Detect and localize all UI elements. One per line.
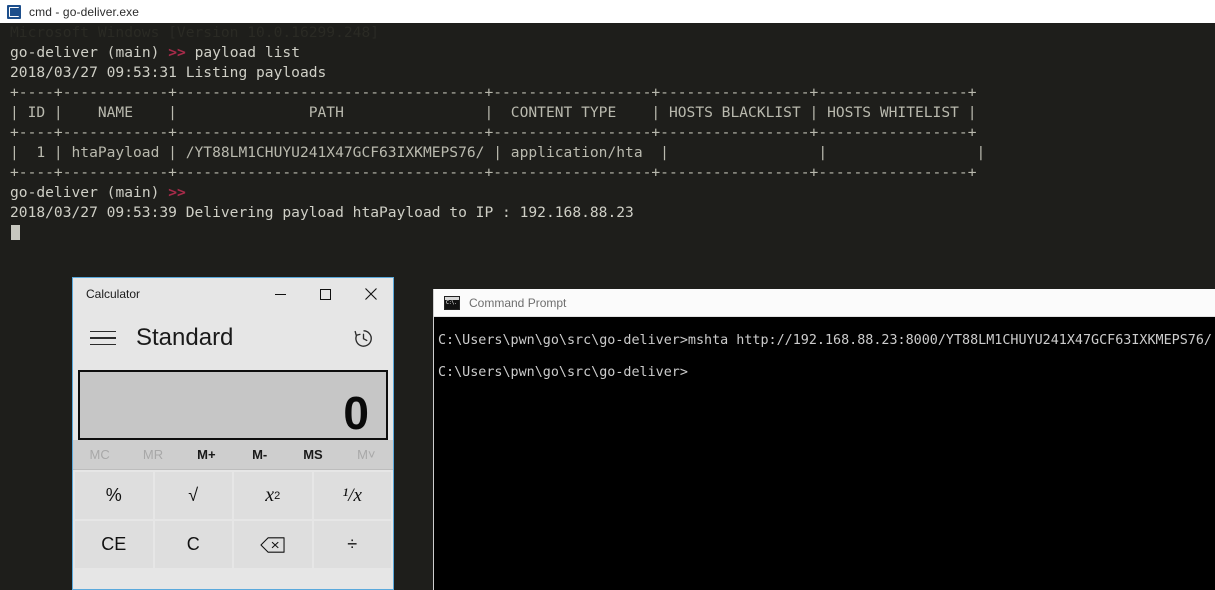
command-prompt-output[interactable]: C:\Users\pwn\go\src\go-deliver>mshta htt… [434,317,1215,590]
log-listing-payloads: 2018/03/27 09:53:31 Listing payloads [10,64,327,81]
table-header-row: | ID | NAME | PATH | CONTENT TYPE | HOST… [10,104,977,121]
calculator-window-controls [258,278,393,310]
minimize-button[interactable] [258,278,303,310]
table-rule-bottom: +----+------------+---------------------… [10,164,977,181]
typed-command: payload list [194,44,300,61]
console-titlebar: cmd - go-deliver.exe [0,0,1215,24]
clear-button[interactable]: C [154,521,232,568]
backspace-button[interactable] [234,521,312,568]
clear-entry-button[interactable]: CE [75,521,153,568]
close-button[interactable] [348,278,393,310]
cmd-icon: C:\. [444,295,460,310]
console-cursor-line [0,223,1215,243]
calculator-header: Standard [73,310,393,366]
square-button[interactable]: x2 [234,472,312,519]
console-title: cmd - go-deliver.exe [29,4,140,19]
command-prompt-window[interactable]: C:\. Command Prompt C:\Users\pwn\go\src\… [433,289,1215,590]
prompt-arrow-2: >> [168,184,186,201]
cmd-line-1: C:\Users\pwn\go\src\go-deliver>mshta htt… [438,333,1212,348]
log-delivering-payload: 2018/03/27 09:53:39 Delivering payload h… [10,204,634,221]
close-icon [364,288,377,300]
square-root-button[interactable]: √ [154,472,232,519]
keypad-row-1: % √ x2 ¹/x [75,472,391,519]
history-icon[interactable] [343,318,383,358]
memory-subtract-button[interactable]: M- [233,440,286,469]
keypad-row-2: CE C ÷ [75,521,391,568]
percent-button[interactable]: % [75,472,153,519]
text-cursor [11,225,20,240]
history-glyph [353,329,372,347]
prompt-app-2: go-deliver [10,184,98,201]
memory-store-button[interactable]: MS [286,440,339,469]
hamburger-icon[interactable] [81,318,125,358]
table-rule-mid: +----+------------+---------------------… [10,124,977,141]
prompt-branch-2: (main) [106,184,160,201]
calculator-memory-row: MC MR M+ M- MS M˅ [73,440,393,470]
maximize-icon [320,288,331,300]
calculator-keypad: % √ x2 ¹/x CE C ÷ [73,472,393,570]
calculator-display-value: 0 [343,387,369,439]
calculator-window[interactable]: Calculator Standard 0 MC MR M+ M- MS M˅ … [72,277,394,590]
prompt-line-2: go-deliver (main) >> [0,183,1215,203]
prompt-app: go-deliver [10,44,98,61]
memory-clear-button[interactable]: MC [73,440,126,469]
calculator-mode-label: Standard [136,324,234,351]
ghost-line: Microsoft Windows [Version 10.0.16299.24… [10,24,380,41]
memory-recall-button[interactable]: MR [126,440,179,469]
minimize-icon [275,293,286,295]
calculator-titlebar[interactable]: Calculator [73,278,393,310]
maximize-button[interactable] [303,278,348,310]
calculator-display[interactable]: 0 [78,370,388,440]
memory-add-button[interactable]: M+ [180,440,233,469]
memory-dropdown-button[interactable]: M˅ [340,440,393,469]
table-rule-top: +----+------------+---------------------… [10,84,977,101]
table-row: | 1 | htaPayload | /YT88LM1CHUYU241X47GC… [10,144,986,161]
prompt-line-1: go-deliver (main) >> payload list [0,43,1215,63]
command-prompt-title: Command Prompt [469,295,567,310]
divide-button[interactable]: ÷ [313,521,391,568]
backspace-icon [260,536,285,553]
console-icon [7,4,21,19]
command-prompt-titlebar[interactable]: C:\. Command Prompt [434,289,1215,317]
prompt-arrow: >> [168,44,186,61]
prompt-branch: (main) [106,44,160,61]
calculator-title: Calculator [86,287,141,301]
reciprocal-button[interactable]: ¹/x [313,472,391,519]
cmd-line-2: C:\Users\pwn\go\src\go-deliver> [438,365,688,380]
